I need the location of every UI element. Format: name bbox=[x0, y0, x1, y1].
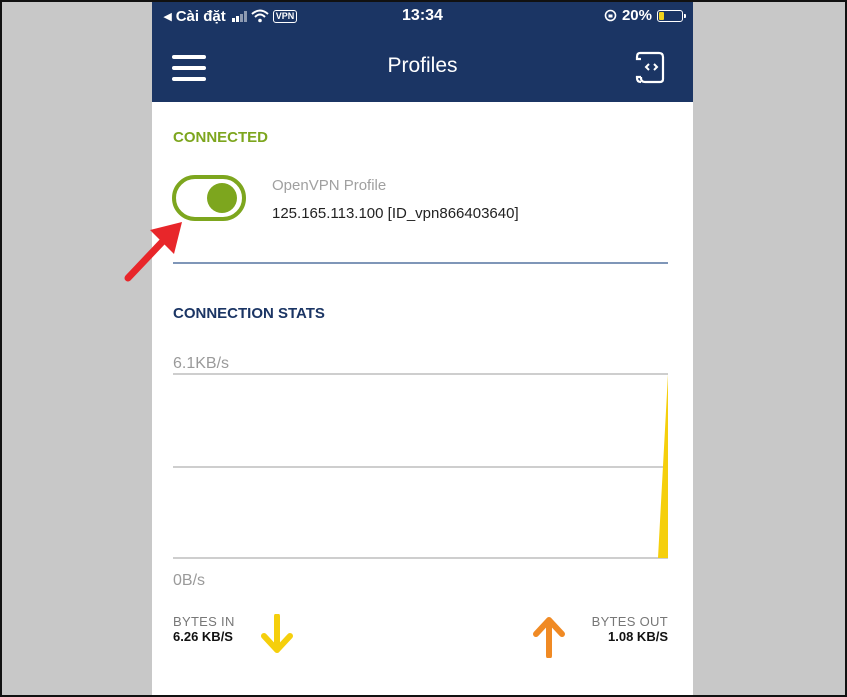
profile-name: OpenVPN Profile bbox=[272, 177, 387, 194]
page-title: Profiles bbox=[387, 54, 458, 77]
import-profile-icon[interactable] bbox=[635, 50, 667, 84]
connection-stats-label: CONNECTION STATS bbox=[173, 305, 325, 322]
traffic-area-series bbox=[173, 374, 668, 558]
bytes-in-stat: BYTES IN 6.26 KB/S bbox=[173, 614, 235, 644]
toggle-knob bbox=[207, 183, 237, 213]
rotation-lock-icon bbox=[604, 9, 617, 22]
chart-y-min-label: 0B/s bbox=[173, 572, 205, 589]
annotation-arrow-icon bbox=[124, 222, 182, 282]
status-bar: ◂ Cài đặt VPN 13:34 20% bbox=[152, 2, 693, 32]
traffic-chart: 6.1KB/s 0B/s bbox=[173, 355, 668, 589]
bytes-out-stat: BYTES OUT 1.08 KB/S bbox=[582, 614, 668, 644]
upload-arrow-icon bbox=[533, 617, 565, 658]
phone-screen: ◂ Cài đặt VPN 13:34 20% Profiles CONNECT… bbox=[152, 2, 693, 695]
profile-divider bbox=[173, 262, 668, 264]
status-right: 20% bbox=[604, 7, 686, 24]
battery-percent: 20% bbox=[621, 7, 652, 24]
app-bar: Profiles bbox=[152, 32, 693, 102]
chart-series-group bbox=[173, 374, 668, 558]
vpn-connection-toggle[interactable] bbox=[172, 175, 246, 221]
connected-section-label: CONNECTED bbox=[173, 129, 269, 146]
screenshot-frame: ◂ Cài đặt VPN 13:34 20% Profiles CONNECT… bbox=[0, 0, 847, 697]
battery-icon bbox=[657, 9, 686, 22]
chart-y-max-label: 6.1KB/s bbox=[173, 355, 229, 372]
bytes-in-value: 6.26 KB/S bbox=[173, 629, 233, 644]
bytes-out-label: BYTES OUT bbox=[591, 614, 668, 629]
bytes-in-label: BYTES IN bbox=[173, 614, 235, 629]
profile-server-detail: 125.165.113.100 [ID_vpn866403640] bbox=[272, 205, 519, 222]
bytes-out-value: 1.08 KB/S bbox=[608, 629, 668, 644]
download-arrow-icon bbox=[261, 614, 293, 653]
battery-fill bbox=[659, 11, 664, 20]
